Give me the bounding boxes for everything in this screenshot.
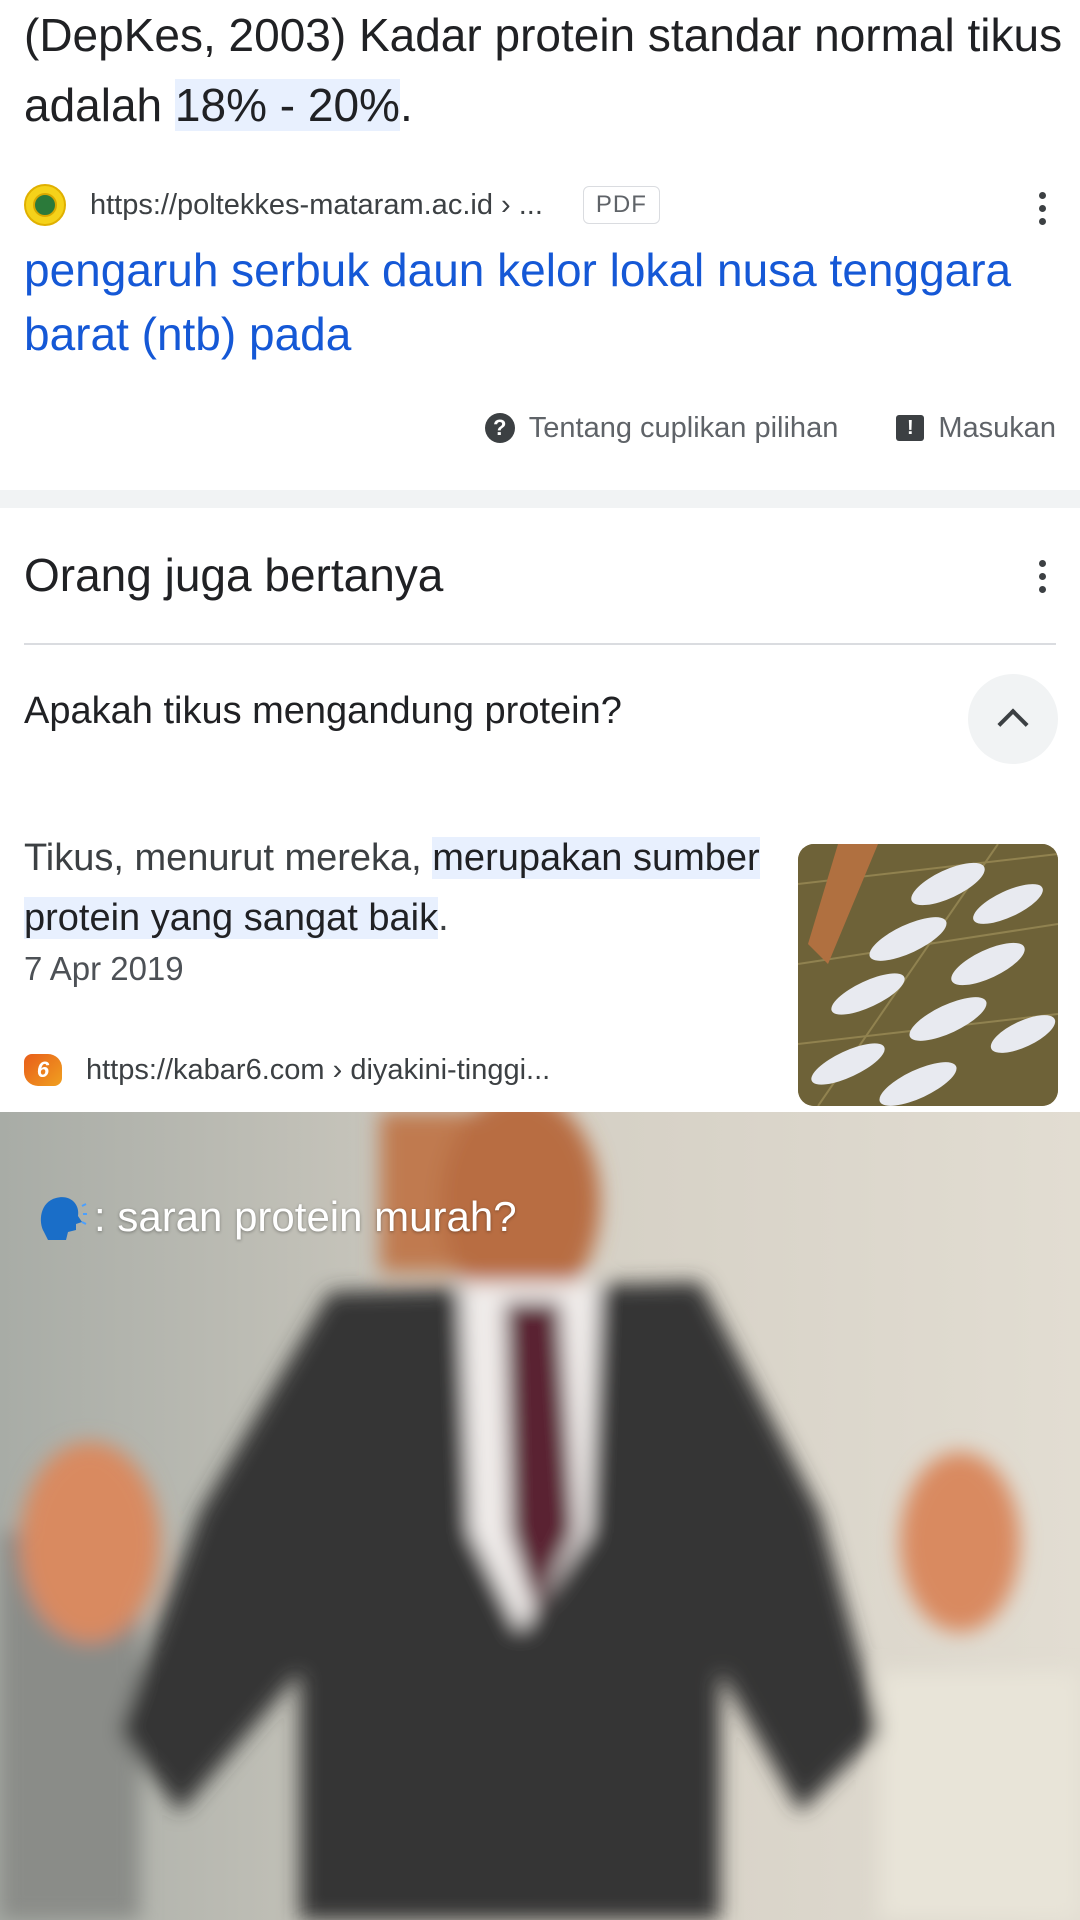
result-more-options-icon[interactable]: [1037, 192, 1047, 225]
pdf-badge: PDF: [582, 186, 660, 224]
section-divider: [0, 490, 1080, 508]
answer-source-url[interactable]: https://kabar6.com › diyakini-tinggi...: [86, 1054, 550, 1087]
paa-divider: [24, 643, 1056, 645]
about-snippet-link[interactable]: Tentang cuplikan pilihan: [529, 412, 839, 445]
featured-snippet-text: (DepKes, 2003) Kadar protein standar nor…: [24, 0, 1064, 140]
snippet-footer: ? Tentang cuplikan pilihan ! Masukan: [484, 406, 1056, 450]
rats-photo-image: [798, 844, 1058, 1106]
speaking-head-icon: [40, 1197, 87, 1240]
paa-heading: Orang juga bertanya: [24, 549, 444, 601]
video-caption: : saran protein murah?: [36, 1192, 517, 1242]
paa-answer: Tikus, menurut mereka, merupakan sumber …: [24, 828, 764, 948]
answer-source-row[interactable]: 6 https://kabar6.com › diyakini-tinggi..…: [24, 1048, 550, 1092]
answer-text-before: Tikus, menurut mereka,: [24, 837, 433, 879]
source-row[interactable]: https://poltekkes-mataram.ac.id › ... PD…: [24, 180, 1056, 230]
answer-thumbnail[interactable]: [798, 844, 1058, 1106]
snippet-highlight: 18% - 20%: [174, 79, 400, 131]
collapse-button[interactable]: [968, 674, 1058, 764]
question-circle-icon: ?: [484, 413, 515, 443]
feedback-link[interactable]: Masukan: [938, 412, 1056, 445]
source-url[interactable]: https://poltekkes-mataram.ac.id › ...: [90, 189, 543, 222]
feedback-icon: !: [896, 415, 925, 441]
chevron-up-icon: [997, 708, 1029, 740]
kabar6-favicon-icon: 6: [24, 1054, 62, 1086]
poltekkes-favicon-icon: [24, 184, 66, 226]
answer-date: 7 Apr 2019: [24, 950, 184, 987]
result-title-link[interactable]: pengaruh serbuk daun kelor lokal nusa te…: [24, 238, 1024, 366]
paa-question[interactable]: Apakah tikus mengandung protein?: [24, 690, 622, 733]
paa-more-options-icon[interactable]: [1037, 560, 1047, 593]
answer-text-after: .: [438, 897, 449, 939]
caption-text: : saran protein murah?: [94, 1193, 517, 1240]
snippet-text-after: .: [399, 79, 413, 131]
